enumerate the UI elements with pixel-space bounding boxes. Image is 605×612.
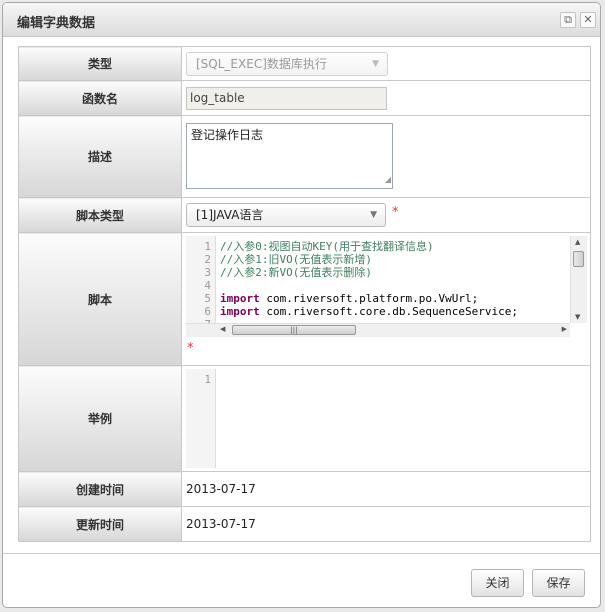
code-text: com.riversoft.platform.po.VwUrl; — [266, 292, 479, 305]
chevron-down-icon: ▼ — [370, 210, 377, 220]
type-select-value: [SQL_EXEC]数据库执行 — [196, 57, 327, 71]
scroll-right-icon[interactable]: ▶ — [562, 325, 567, 333]
code-keyword: import — [220, 305, 260, 318]
popout-icon[interactable]: ⧉ — [560, 12, 576, 28]
dialog-titlebar: 编辑字典数据 ⧉ ✕ — [3, 3, 600, 37]
func-name-label: 函数名 — [18, 80, 182, 116]
scrollbar-thumb[interactable]: ||| — [232, 325, 356, 335]
code-line: import com.riversoft.core.db.SequenceSer… — [220, 305, 568, 318]
line-number: 6 — [204, 305, 211, 318]
description-label: 描述 — [18, 115, 182, 198]
created-value: 2013-07-17 — [186, 482, 256, 496]
func-name-input[interactable]: log_table — [186, 87, 387, 110]
required-mark: * — [392, 205, 399, 220]
line-number: 1 — [204, 373, 211, 386]
chevron-down-icon: ▼ — [372, 59, 379, 69]
scroll-up-icon[interactable]: ▲ — [575, 238, 580, 246]
code-keyword: import — [220, 292, 260, 305]
type-label: 类型 — [18, 46, 182, 81]
script-type-label: 脚本类型 — [18, 197, 182, 233]
resize-handle-icon[interactable]: ◢ — [385, 172, 391, 188]
dict-form: 类型 [SQL_EXEC]数据库执行 ▼ 函数名 log_table 描述 登记… — [18, 46, 591, 542]
line-number: 2 — [204, 253, 211, 266]
updated-value: 2013-07-17 — [186, 517, 256, 531]
code-line: import com.riversoft.platform.po.VwUrl; — [220, 292, 568, 305]
scroll-down-icon[interactable]: ▼ — [575, 313, 580, 321]
close-icon[interactable]: ✕ — [580, 12, 596, 28]
created-label: 创建时间 — [18, 471, 182, 507]
line-number: 4 — [204, 279, 211, 292]
script-code-editor[interactable]: 1 2 3 4 5 6 7 //入参0:视图自动KEY(用于查找翻译信息) // — [186, 236, 588, 337]
example-code-editor[interactable]: 1 — [186, 369, 588, 468]
line-number-gutter: 1 — [186, 369, 216, 468]
horizontal-scrollbar[interactable]: ◀ ||| ▶ — [186, 323, 570, 337]
code-line: //入参0:视图自动KEY(用于查找翻译信息) — [220, 240, 434, 253]
line-number-gutter: 1 2 3 4 5 6 7 — [186, 236, 216, 331]
updated-label: 更新时间 — [18, 506, 182, 542]
code-line: //入参2:新VO(无值表示删除) — [220, 266, 372, 279]
script-type-select-value: [1]JAVA语言 — [196, 208, 264, 222]
vertical-scrollbar[interactable]: ▲ ▼ — [570, 236, 587, 323]
close-button[interactable]: 关闭 — [471, 569, 524, 597]
required-mark: * — [187, 341, 194, 356]
dialog-title: 编辑字典数据 — [17, 16, 96, 31]
line-number: 1 — [204, 240, 211, 253]
code-text: com.riversoft.core.db.SequenceService; — [266, 305, 519, 318]
code-line: //入参1:旧VO(无值表示新增) — [220, 253, 372, 266]
scrollbar-thumb[interactable] — [573, 251, 584, 267]
line-number: 3 — [204, 266, 211, 279]
code-area[interactable]: //入参0:视图自动KEY(用于查找翻译信息) //入参1:旧VO(无值表示新增… — [220, 236, 568, 323]
footer-divider — [3, 553, 600, 554]
save-button[interactable]: 保存 — [532, 569, 585, 597]
description-textarea[interactable]: 登记操作日志 ◢ — [186, 123, 393, 189]
edit-dict-dialog: 编辑字典数据 ⧉ ✕ 类型 [SQL_EXEC]数据库执行 ▼ 函数名 log_… — [2, 2, 601, 608]
scroll-left-icon[interactable]: ◀ — [220, 325, 225, 333]
description-text: 登记操作日志 — [191, 128, 264, 142]
line-number: 5 — [204, 292, 211, 305]
type-select: [SQL_EXEC]数据库执行 ▼ — [186, 52, 388, 76]
example-label: 举例 — [18, 365, 182, 472]
script-label: 脚本 — [18, 232, 182, 366]
script-type-select[interactable]: [1]JAVA语言 ▼ — [186, 203, 386, 227]
